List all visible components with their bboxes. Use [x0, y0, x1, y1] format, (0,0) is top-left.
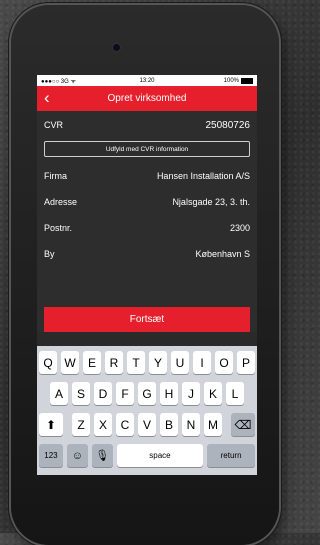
- company-form: CVR 25080726 Udfyld med CVR information …: [37, 111, 257, 332]
- key-s[interactable]: S: [72, 382, 90, 405]
- key-b[interactable]: B: [160, 413, 178, 436]
- cvr-label: CVR: [44, 120, 64, 130]
- key-p[interactable]: P: [237, 351, 255, 374]
- key-l[interactable]: L: [226, 382, 244, 405]
- page-title: Opret virksomhed: [107, 93, 187, 104]
- key-i[interactable]: I: [193, 351, 211, 374]
- keyboard-row-3-letters: Z X C V B N M: [72, 413, 222, 436]
- fill-cvr-info-button[interactable]: Udfyld med CVR information: [44, 141, 250, 157]
- status-bar: ●●●○○ 3G ᯤ 13:20 100%: [37, 75, 257, 86]
- adresse-field[interactable]: Njalsgade 23, 3. th.: [172, 197, 250, 207]
- key-w[interactable]: W: [61, 351, 79, 374]
- key-v[interactable]: V: [138, 413, 156, 436]
- back-chevron-icon[interactable]: ‹: [44, 88, 50, 108]
- by-field[interactable]: København S: [195, 249, 250, 259]
- cvr-field[interactable]: 25080726: [206, 120, 251, 131]
- key-d[interactable]: D: [94, 382, 112, 405]
- key-r[interactable]: R: [105, 351, 123, 374]
- firma-field[interactable]: Hansen Installation A/S: [157, 171, 250, 181]
- key-x[interactable]: X: [94, 413, 112, 436]
- keyboard-row-bottom: 123 ☺ 🎙 space return: [37, 444, 257, 467]
- key-c[interactable]: C: [116, 413, 134, 436]
- key-z[interactable]: Z: [72, 413, 90, 436]
- microphone-icon[interactable]: 🎙: [91, 444, 113, 467]
- key-q[interactable]: Q: [39, 351, 57, 374]
- key-e[interactable]: E: [83, 351, 101, 374]
- key-g[interactable]: G: [138, 382, 156, 405]
- emoji-icon[interactable]: ☺: [66, 444, 88, 467]
- key-u[interactable]: U: [171, 351, 189, 374]
- form-row-adresse[interactable]: Adresse Njalsgade 23, 3. th.: [37, 189, 257, 215]
- form-row-by[interactable]: By København S: [37, 241, 257, 267]
- space-key[interactable]: space: [116, 444, 204, 467]
- keyboard-row-3: ⬆ Z X C V B N M ⌫: [37, 413, 257, 436]
- key-t[interactable]: T: [127, 351, 145, 374]
- delete-icon[interactable]: ⌫: [231, 413, 255, 436]
- front-camera: [113, 44, 120, 51]
- battery-icon: [241, 77, 253, 84]
- status-time: 13:20: [139, 77, 155, 84]
- numbers-key[interactable]: 123: [39, 444, 63, 467]
- nav-bar: ‹ Opret virksomhed: [37, 86, 257, 111]
- key-o[interactable]: O: [215, 351, 233, 374]
- keyboard-row-2: A S D F G H J K L: [37, 382, 257, 405]
- key-h[interactable]: H: [160, 382, 178, 405]
- key-m[interactable]: M: [204, 413, 222, 436]
- key-y[interactable]: Y: [149, 351, 167, 374]
- key-n[interactable]: N: [182, 413, 200, 436]
- postnr-label: Postnr.: [44, 223, 73, 233]
- postnr-field[interactable]: 2300: [230, 223, 250, 233]
- continue-button[interactable]: Fortsæt: [44, 307, 250, 332]
- keyboard-row-1: Q W E R T Y U I O P: [37, 351, 257, 374]
- by-label: By: [44, 249, 55, 259]
- cvr-row[interactable]: CVR 25080726: [37, 111, 257, 139]
- adresse-label: Adresse: [44, 197, 78, 207]
- form-spacer: [37, 267, 257, 307]
- firma-label: Firma: [44, 171, 67, 181]
- key-k[interactable]: K: [204, 382, 222, 405]
- shift-icon[interactable]: ⬆: [39, 413, 63, 436]
- key-a[interactable]: A: [50, 382, 68, 405]
- form-row-firma[interactable]: Firma Hansen Installation A/S: [37, 163, 257, 189]
- key-f[interactable]: F: [116, 382, 134, 405]
- keyboard: Q W E R T Y U I O P A S D F G H J K L ⬆ …: [37, 346, 257, 475]
- key-j[interactable]: J: [182, 382, 200, 405]
- app-screen: ●●●○○ 3G ᯤ 13:20 100% ‹ Opret virksomhed…: [37, 75, 257, 475]
- form-row-postnr[interactable]: Postnr. 2300: [37, 215, 257, 241]
- return-key[interactable]: return: [207, 444, 255, 467]
